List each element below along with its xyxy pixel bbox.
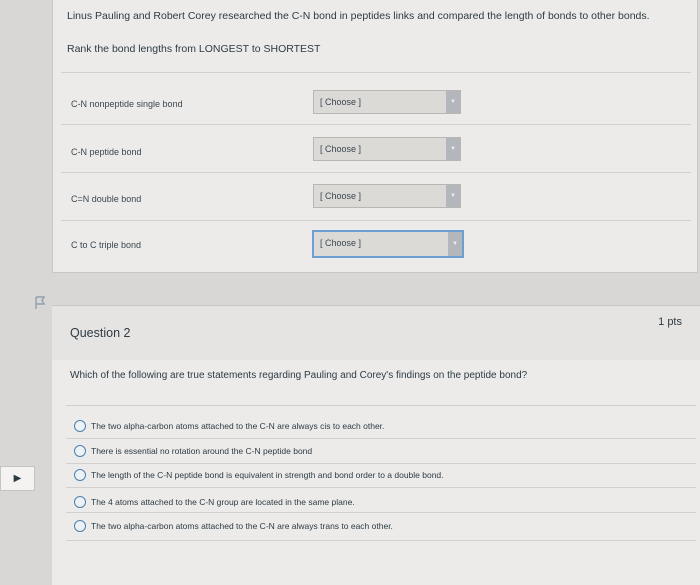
- caret-down-icon: ▼: [446, 185, 460, 207]
- points-label: 1 pts: [658, 316, 682, 328]
- caret-down-icon: ▼: [446, 138, 460, 160]
- flag-icon[interactable]: [34, 296, 46, 313]
- question1-instruction: Rank the bond lengths from LONGEST to SH…: [67, 43, 321, 55]
- caret-down-icon: ▼: [448, 232, 462, 256]
- radio-button[interactable]: [74, 520, 86, 532]
- radio-button[interactable]: [74, 469, 86, 481]
- radio-button[interactable]: [74, 445, 86, 457]
- question1-card: Linus Pauling and Robert Corey researche…: [52, 0, 698, 273]
- divider: [61, 220, 691, 221]
- answer-label: The 4 atoms attached to the C-N group ar…: [91, 497, 355, 507]
- radio-button[interactable]: [74, 496, 86, 508]
- divider: [66, 540, 696, 541]
- rank-select-double[interactable]: [ Choose ] ▼: [313, 184, 461, 208]
- answer-option[interactable]: The 4 atoms attached to the C-N group ar…: [74, 493, 355, 511]
- bond-label-double: C=N double bond: [71, 194, 142, 204]
- divider: [66, 438, 696, 439]
- answer-option[interactable]: The two alpha-carbon atoms attached to t…: [74, 517, 393, 535]
- question1-intro: Linus Pauling and Robert Corey researche…: [67, 10, 650, 22]
- bond-label-peptide: C-N peptide bond: [71, 147, 142, 157]
- answer-label: The length of the C-N peptide bond is eq…: [91, 470, 444, 480]
- answer-label: The two alpha-carbon atoms attached to t…: [91, 421, 385, 431]
- next-arrow-button[interactable]: ▶: [0, 466, 35, 491]
- divider: [61, 124, 691, 125]
- answer-option[interactable]: There is essential no rotation around th…: [74, 442, 312, 460]
- select-value: [ Choose ]: [320, 97, 362, 107]
- question2-header: Question 2 1 pts: [52, 305, 700, 360]
- question2-prompt: Which of the following are true statemen…: [70, 370, 528, 381]
- divider: [61, 172, 691, 173]
- answer-option[interactable]: The length of the C-N peptide bond is eq…: [74, 466, 444, 484]
- radio-button[interactable]: [74, 420, 86, 432]
- select-value: [ Choose ]: [320, 191, 362, 201]
- bond-label-triple: C to C triple bond: [71, 240, 142, 250]
- caret-down-icon: ▼: [446, 91, 460, 113]
- rank-select-triple[interactable]: [ Choose ] ▼: [312, 230, 464, 258]
- divider: [66, 405, 696, 406]
- play-arrow-icon: ▶: [13, 473, 22, 484]
- divider: [66, 512, 696, 513]
- question2-title: Question 2: [70, 326, 131, 340]
- divider: [66, 463, 696, 464]
- answer-label: The two alpha-carbon atoms attached to t…: [91, 521, 393, 531]
- rank-select-nonpeptide[interactable]: [ Choose ] ▼: [313, 90, 461, 114]
- answer-option[interactable]: The two alpha-carbon atoms attached to t…: [74, 417, 384, 435]
- answer-label: There is essential no rotation around th…: [91, 446, 313, 456]
- question2-body: Which of the following are true statemen…: [52, 360, 700, 585]
- select-value: [ Choose ]: [320, 238, 362, 248]
- bond-label-nonpeptide: C-N nonpeptide single bond: [71, 99, 183, 109]
- rank-select-peptide[interactable]: [ Choose ] ▼: [313, 137, 461, 161]
- divider: [61, 72, 691, 73]
- divider: [66, 487, 696, 488]
- select-value: [ Choose ]: [320, 144, 362, 154]
